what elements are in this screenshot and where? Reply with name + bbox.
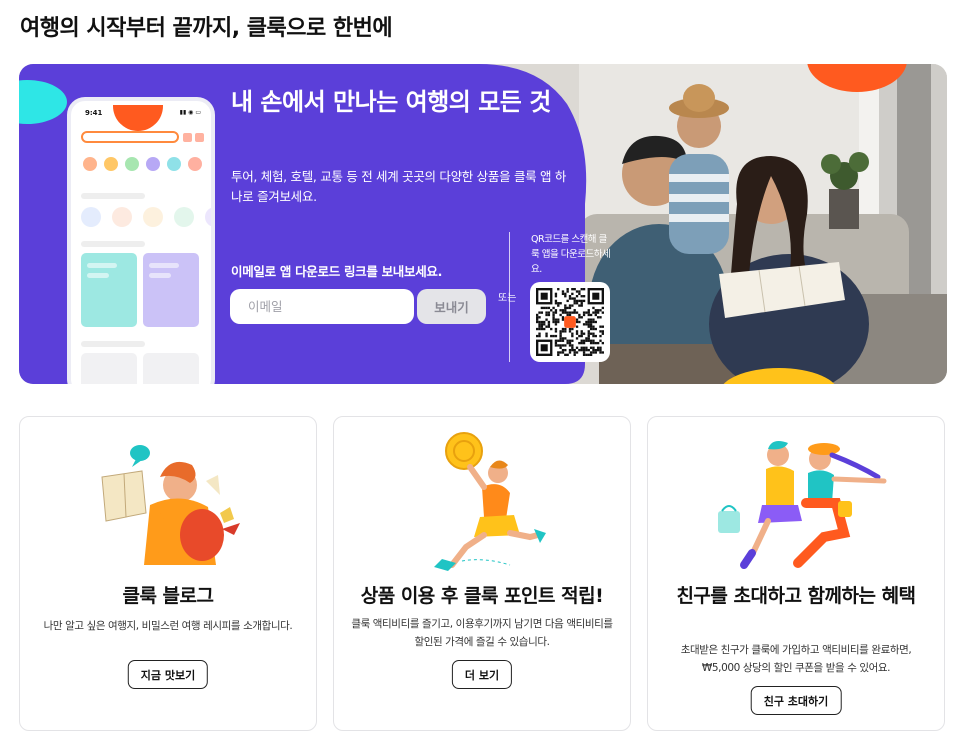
phone-card — [143, 253, 199, 327]
phone-card — [81, 253, 137, 327]
card-description: 클룩 액티비티를 즐기고, 이용후기까지 남기면 다음 액티비티를 할인된 가격… — [351, 618, 613, 648]
phone-card — [81, 353, 137, 384]
card-title: 클룩 블로그 — [122, 585, 214, 607]
phone-icon — [195, 133, 204, 142]
phone-icon — [183, 133, 192, 142]
phone-circle-row — [81, 207, 211, 227]
phone-placeholder-bar — [81, 241, 145, 247]
card-title: 친구를 초대하고 함께하는 혜택 — [676, 585, 916, 607]
send-button[interactable]: 보내기 — [417, 289, 486, 324]
qr-caption: QR코드를 스캔해 클룩 앱을 다운로드하세요. — [531, 234, 611, 275]
phone-placeholder-bar — [81, 193, 145, 199]
card-description: 나만 알고 싶은 여행지, 비밀스런 여행 레시피를 소개합니다. — [43, 620, 293, 632]
qr-divider — [509, 232, 510, 362]
or-text: 또는 — [498, 293, 517, 304]
phone-category-dots — [83, 157, 202, 171]
points-card: 상품 이용 후 클룩 포인트 적립! 클룩 액티비티를 즐기고, 이용후기까지 … — [333, 416, 631, 731]
app-download-banner: 9:41 ▮▮ ◉ ▭ 내 손에서 만나는 여행의 모든 것 투어, 체험, 호… — [19, 64, 947, 384]
person-reading-map-icon — [101, 445, 240, 565]
blog-card: 클룩 블로그 나만 알고 싶은 여행지, 비밀스런 여행 레시피를 소개합니다.… — [19, 416, 317, 731]
points-more-button[interactable]: 더 보기 — [451, 660, 513, 689]
phone-orange-shape — [113, 105, 163, 131]
friends-shopping-icon — [718, 441, 887, 569]
invite-friend-button[interactable]: 친구 초대하기 — [750, 686, 842, 715]
qr-code-icon — [536, 288, 604, 356]
phone-search-bar — [81, 131, 179, 143]
phone-placeholder-bar — [81, 341, 145, 347]
card-description: 초대받은 친구가 클룩에 가입하고 액티비티를 완료하면, ₩5,000 상당의… — [680, 644, 912, 674]
phone-status-icons: ▮▮ ◉ ▭ — [179, 109, 201, 116]
phone-card — [143, 353, 199, 384]
email-label: 이메일로 앱 다운로드 링크를 보내보세요. — [231, 264, 443, 279]
invite-card: 친구를 초대하고 함께하는 혜택 초대받은 친구가 클룩에 가입하고 액티비티를… — [647, 416, 945, 731]
blog-view-button[interactable]: 지금 맛보기 — [127, 660, 209, 689]
phone-mockup: 9:41 ▮▮ ◉ ▭ — [67, 97, 215, 384]
qr-code — [530, 282, 610, 362]
section-title: 여행의 시작부터 끝까지, 클룩으로 한번에 — [20, 16, 393, 41]
phone-time: 9:41 — [85, 109, 103, 117]
email-input[interactable] — [230, 289, 414, 324]
banner-description: 투어, 체험, 호텔, 교통 등 전 세계 곳곳의 다양한 상품을 클룩 앱 하… — [231, 169, 567, 204]
person-running-with-coin-icon — [434, 432, 546, 571]
banner-headline: 내 손에서 만나는 여행의 모든 것 — [231, 88, 551, 116]
card-title: 상품 이용 후 클룩 포인트 적립! — [360, 585, 604, 607]
